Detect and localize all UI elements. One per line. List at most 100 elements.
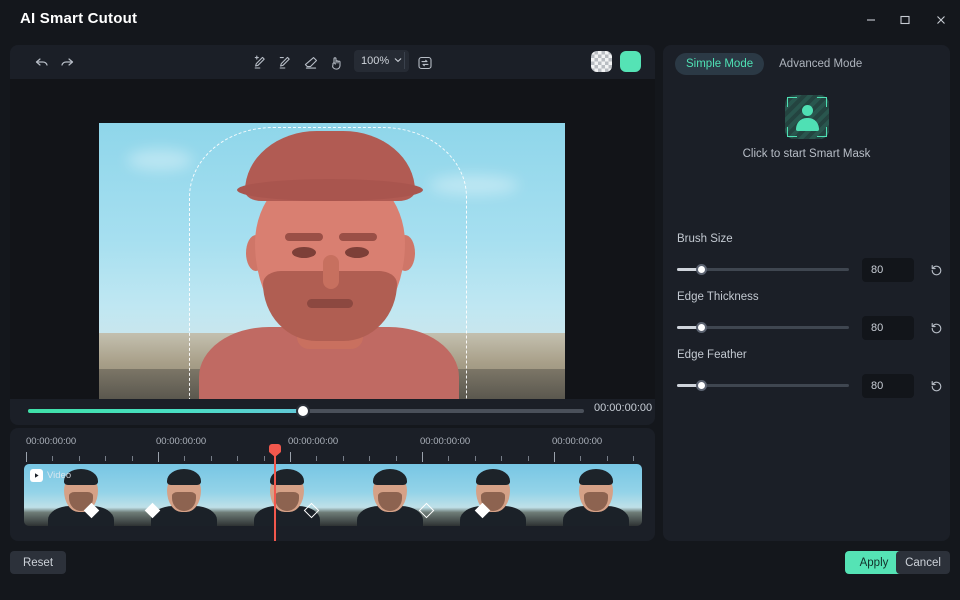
timeline-playhead[interactable] (274, 452, 276, 541)
image-cloud (127, 149, 193, 171)
revert-icon[interactable] (925, 375, 947, 397)
transparent-swatch[interactable] (591, 51, 612, 72)
clip-thumbnail[interactable] (230, 464, 333, 526)
clip-strip[interactable] (24, 464, 642, 526)
ai-smart-cutout-window: AI Smart Cutout (0, 0, 960, 600)
corner-bracket-icon (787, 127, 797, 137)
eraser-icon[interactable] (301, 53, 321, 73)
timeline-ruler[interactable]: 00:00:00:00 00:00:00:00 00:00:00:00 00:00:0… (10, 428, 655, 464)
control-label: Brush Size (677, 233, 939, 245)
preview-scrubber[interactable]: 00:00:00:00 (10, 399, 655, 425)
clip-thumbnail[interactable] (127, 464, 230, 526)
ruler-tick-minor (105, 456, 106, 461)
redo-icon[interactable] (57, 53, 77, 73)
control-label: Edge Feather (677, 349, 939, 361)
toolbar-divider (404, 52, 405, 69)
ruler-timecode: 00:00:00:00 (26, 436, 76, 447)
smart-mask-person-icon[interactable] (785, 95, 829, 139)
page-title: AI Smart Cutout (20, 10, 137, 27)
slider-track[interactable] (677, 384, 849, 387)
scrubber-handle[interactable] (296, 404, 310, 418)
maximize-button[interactable] (888, 0, 922, 40)
brush-subtract-icon[interactable] (275, 53, 295, 73)
footer-bar: Reset Apply Cancel (0, 541, 960, 600)
close-button[interactable] (922, 0, 960, 40)
hand-icon[interactable] (327, 53, 347, 73)
subject-nose (323, 255, 339, 289)
control-edge-feather: Edge Feather 80 (677, 349, 939, 398)
ruler-timecode: 00:00:00:00 (420, 436, 470, 447)
apply-button[interactable]: Apply (845, 551, 903, 574)
control-brush-size: Brush Size 80 (677, 233, 939, 282)
slider-track[interactable] (677, 268, 849, 271)
zoom-level-value: 100% (361, 55, 389, 67)
ruler-tick-minor (369, 456, 370, 461)
chevron-down-icon (394, 55, 402, 67)
cancel-button[interactable]: Cancel (896, 551, 950, 574)
ruler-tick-minor (475, 456, 476, 461)
slider-track[interactable] (677, 326, 849, 329)
subject-brow-left (285, 233, 323, 241)
ruler-tick-minor (79, 456, 80, 461)
ruler-tick-minor (264, 456, 265, 461)
subject-eye-left (292, 247, 316, 258)
revert-icon[interactable] (925, 259, 947, 281)
reset-view-icon[interactable] (415, 53, 435, 73)
tab-advanced-mode[interactable]: Advanced Mode (768, 53, 873, 75)
smart-mask-section[interactable]: Click to start Smart Mask (663, 95, 950, 160)
ruler-tick-minor (343, 456, 344, 461)
minimize-button[interactable] (854, 0, 888, 40)
timeline-track[interactable]: Video (24, 464, 642, 526)
person-body-shape (796, 118, 819, 131)
timeline-panel: 00:00:00:00 00:00:00:00 00:00:00:00 00:00:0… (10, 428, 655, 541)
subject-brow-right (339, 233, 377, 241)
window-controls (854, 0, 960, 40)
ruler-tick-minor (396, 456, 397, 461)
ruler-tick-minor (448, 456, 449, 461)
preview-canvas[interactable] (10, 79, 655, 399)
masked-subject (193, 131, 463, 399)
control-row: 80 (677, 316, 939, 340)
subject-hat-brim (237, 179, 423, 201)
mask-color-swatches (591, 51, 641, 72)
slider-handle[interactable] (696, 322, 707, 333)
ruler-tick-major (554, 452, 555, 462)
slider-handle[interactable] (696, 380, 707, 391)
ruler-tick-minor (237, 456, 238, 461)
ruler-timecode: 00:00:00:00 (552, 436, 602, 447)
clip-label-text: Video (47, 470, 71, 481)
person-head-shape (802, 105, 813, 116)
smart-mask-caption: Click to start Smart Mask (743, 148, 871, 160)
value-input[interactable]: 80 (862, 316, 914, 340)
slider-handle[interactable] (696, 264, 707, 275)
value-input[interactable]: 80 (862, 258, 914, 282)
clip-thumbnail[interactable] (333, 464, 436, 526)
undo-icon[interactable] (32, 53, 52, 73)
color-swatch[interactable] (620, 51, 641, 72)
corner-bracket-icon (787, 97, 797, 107)
ruler-tick-minor (316, 456, 317, 461)
tab-simple-mode[interactable]: Simple Mode (675, 53, 764, 75)
revert-icon[interactable] (925, 317, 947, 339)
editor-column: 100% (10, 45, 655, 425)
settings-panel: Simple ModeAdvanced Mode Click to start … (663, 45, 950, 541)
subject-mouth (307, 299, 353, 308)
ruler-tick-minor (132, 456, 133, 461)
preview-image (99, 123, 565, 399)
scrubber-track[interactable] (28, 409, 584, 413)
zoom-level-dropdown[interactable]: 100% (354, 50, 409, 72)
clip-label: Video (30, 469, 71, 482)
clip-thumbnail[interactable] (436, 464, 539, 526)
brush-add-icon[interactable] (250, 53, 270, 73)
ruler-tick-minor (52, 456, 53, 461)
ruler-timecode: 00:00:00:00 (288, 436, 338, 447)
ruler-tick-minor (211, 456, 212, 461)
ruler-tick-minor (528, 456, 529, 461)
clip-thumbnail[interactable] (539, 464, 642, 526)
control-row: 80 (677, 258, 939, 282)
ruler-tick-minor (501, 456, 502, 461)
value-input[interactable]: 80 (862, 374, 914, 398)
reset-button[interactable]: Reset (10, 551, 66, 574)
corner-bracket-icon (817, 97, 827, 107)
ruler-tick-minor (184, 456, 185, 461)
